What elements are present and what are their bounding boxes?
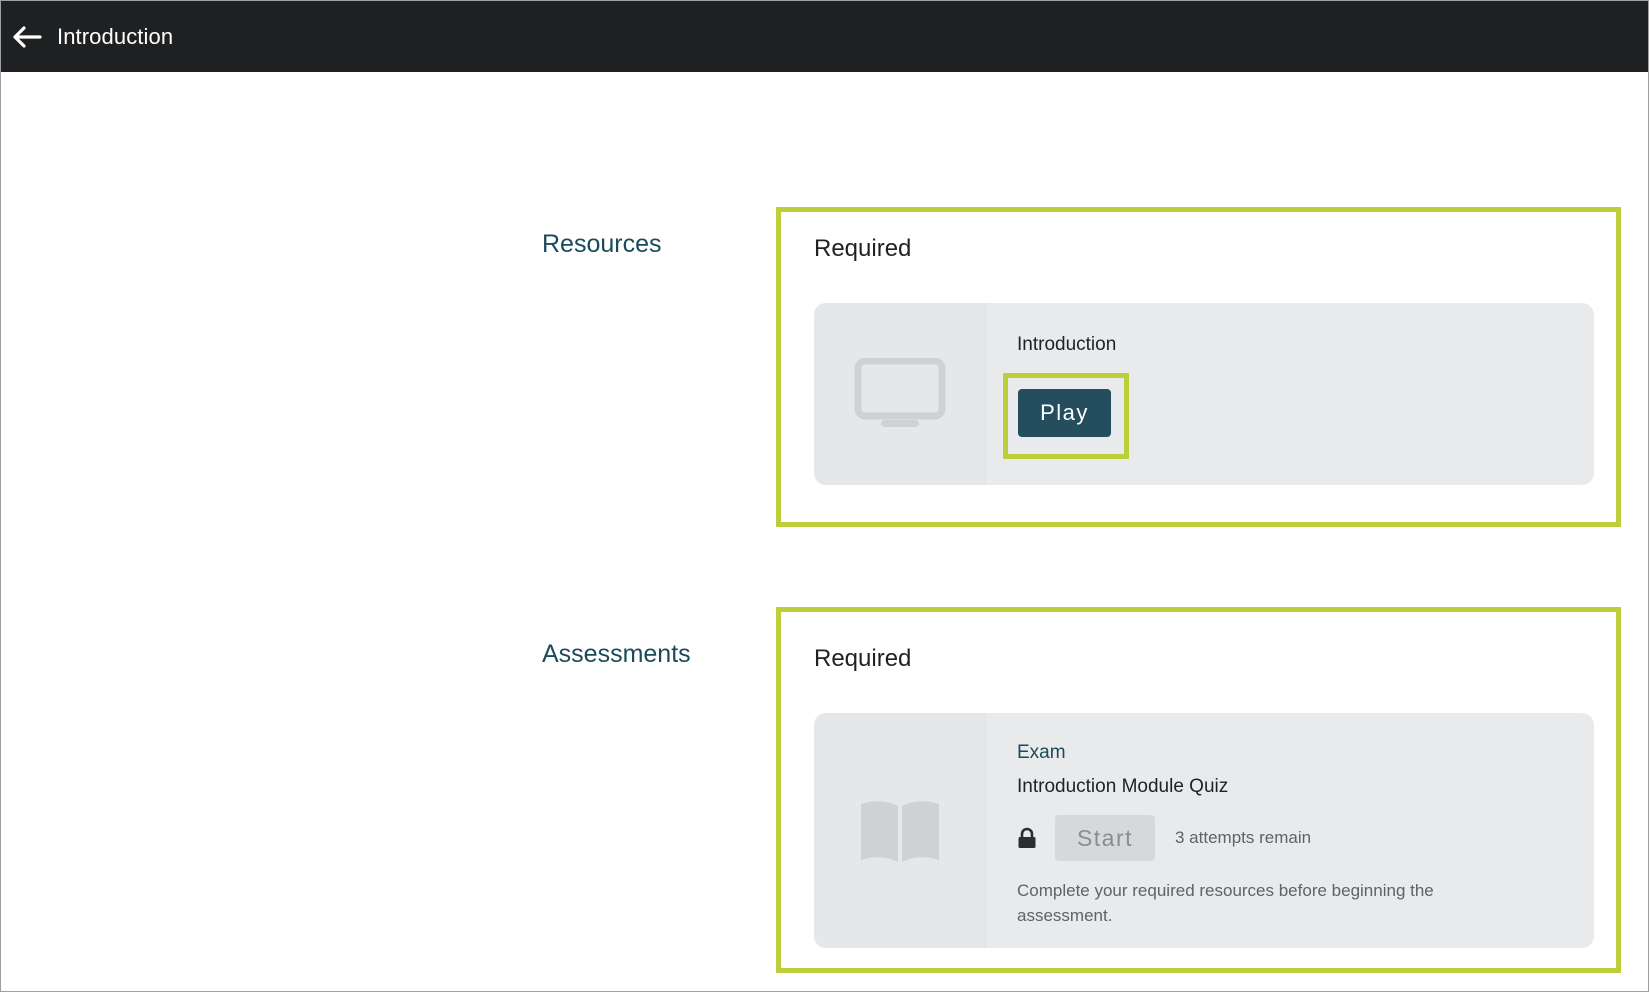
resources-highlight-box: Required Introduction Play (776, 207, 1621, 527)
section-label-assessments: Assessments (542, 640, 691, 668)
assessment-card: Exam Introduction Module Quiz Start 3 at… (814, 713, 1594, 948)
assessment-thumbnail (814, 713, 986, 948)
assessment-card-body: Exam Introduction Module Quiz Start 3 at… (1017, 713, 1574, 948)
top-header-bar: Introduction (1, 1, 1648, 72)
resource-thumbnail (814, 303, 986, 485)
assessment-title: Introduction Module Quiz (1017, 776, 1229, 797)
assessment-type: Exam (1017, 742, 1066, 763)
lock-icon (1018, 827, 1036, 848)
play-button[interactable]: Play (1018, 389, 1111, 437)
open-book-icon (860, 800, 939, 862)
assessments-required-heading: Required (814, 645, 912, 672)
assessment-prerequisite-note: Complete your required resources before … (1017, 881, 1434, 925)
monitor-icon (854, 358, 945, 427)
back-button[interactable] (7, 17, 47, 57)
resource-card-body: Introduction Play (1003, 303, 1574, 485)
assessments-highlight-box: Required Exam Introduction Module Quiz S… (776, 607, 1621, 973)
section-label-resources: Resources (542, 230, 662, 258)
resource-card: Introduction Play (814, 303, 1594, 485)
attempts-remaining: 3 attempts remain (1175, 828, 1312, 847)
assessment-action-row: Start 3 attempts remain (1017, 814, 1311, 862)
arrow-left-icon (13, 25, 42, 48)
page: Introduction Resources Required Introduc… (0, 0, 1649, 992)
play-highlight-box: Play (1003, 373, 1129, 459)
start-button[interactable]: Start (1055, 815, 1155, 861)
page-title: Introduction (57, 23, 174, 49)
resource-title: Introduction (1017, 334, 1117, 355)
resources-required-heading: Required (814, 235, 912, 262)
